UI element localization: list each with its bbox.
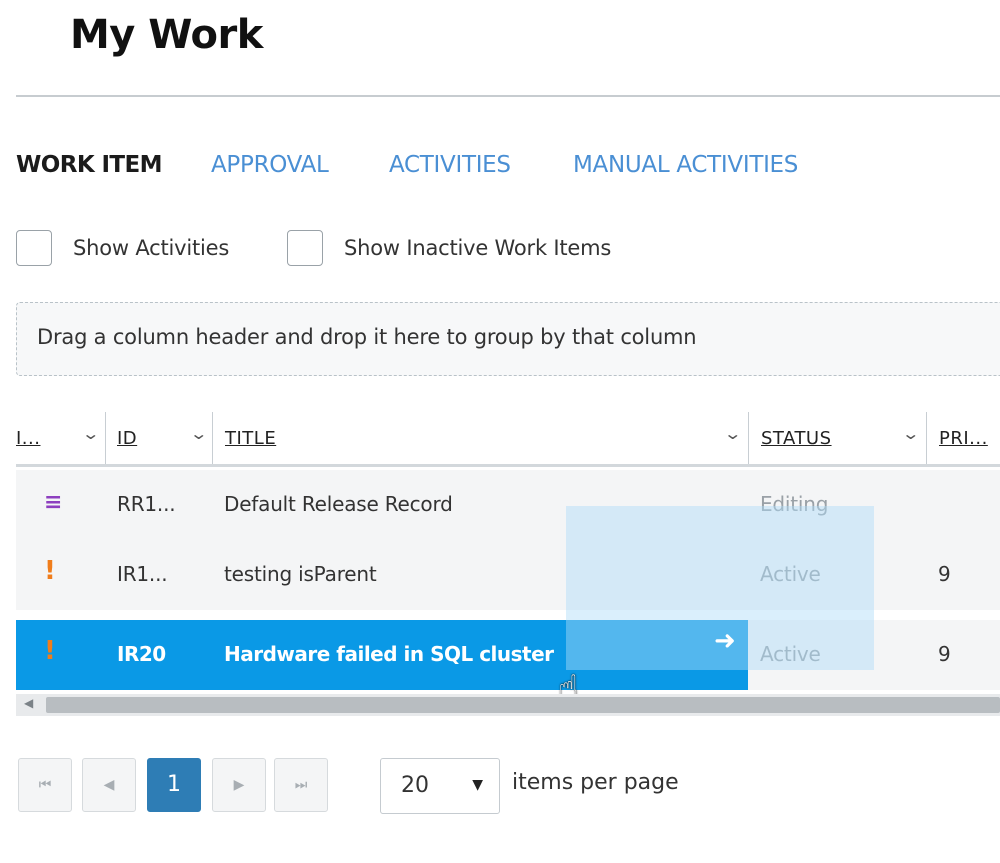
page-size-label: items per page — [512, 770, 679, 795]
scroll-left-icon[interactable]: ◀ — [24, 696, 33, 710]
column-header-priority[interactable]: PRI... — [939, 428, 988, 449]
cell-priority: 9 — [938, 642, 951, 666]
checklist-icon: ≡ — [44, 490, 63, 515]
show-activities-label[interactable]: Show Activities — [73, 236, 229, 260]
cell-title: Hardware failed in SQL cluster — [224, 642, 554, 666]
grid-header: I... ⌄ ID ⌄ TITLE ⌄ STATUS ⌄ PRI... — [16, 412, 1000, 467]
group-by-hint: Drag a column header and drop it here to… — [37, 325, 697, 349]
exclamation-icon: ! — [44, 636, 56, 666]
current-page-button[interactable]: 1 — [147, 758, 201, 812]
column-header-status[interactable]: STATUS — [761, 428, 832, 449]
chevron-down-icon[interactable]: ⌄ — [81, 424, 100, 443]
chevron-down-icon[interactable]: ⌄ — [901, 424, 920, 443]
first-page-button[interactable]: ⏮ — [18, 758, 72, 812]
cell-id: IR1... — [117, 562, 168, 586]
cell-id: RR1... — [117, 492, 176, 516]
page-title: My Work — [70, 12, 263, 58]
column-header-title[interactable]: TITLE — [225, 428, 276, 449]
column-divider[interactable] — [105, 412, 106, 464]
tab-activities[interactable]: ACTIVITIES — [389, 152, 511, 178]
show-inactive-checkbox[interactable] — [287, 230, 323, 266]
group-by-drop-zone[interactable]: Drag a column header and drop it here to… — [16, 302, 1000, 376]
tab-work-item[interactable]: WORK ITEM — [16, 152, 163, 178]
chevron-down-icon[interactable]: ⌄ — [189, 424, 208, 443]
arrow-right-icon: ➜ — [714, 626, 736, 656]
column-divider[interactable] — [748, 412, 749, 464]
scrollbar-thumb[interactable] — [46, 697, 1000, 713]
cell-title: Default Release Record — [224, 492, 453, 516]
exclamation-icon: ! — [44, 556, 56, 586]
chevron-down-icon[interactable]: ⌄ — [723, 424, 742, 443]
cell-id: IR20 — [117, 642, 166, 666]
page-size-select[interactable]: 20 ▼ — [380, 758, 500, 814]
column-header-icon[interactable]: I... — [16, 428, 40, 449]
last-page-button[interactable]: ⏭ — [274, 758, 328, 812]
caret-down-icon: ▼ — [472, 777, 483, 793]
horizontal-scrollbar[interactable]: ◀ — [16, 694, 1000, 716]
title-divider — [16, 95, 1000, 97]
column-divider[interactable] — [212, 412, 213, 464]
tab-approval[interactable]: APPROVAL — [211, 152, 329, 178]
previous-page-button[interactable]: ◀ — [82, 758, 136, 812]
cell-priority: 9 — [938, 562, 951, 586]
tab-manual-activities[interactable]: MANUAL ACTIVITIES — [573, 152, 798, 178]
next-page-button[interactable]: ▶ — [212, 758, 266, 812]
column-divider[interactable] — [926, 412, 927, 464]
page-size-value: 20 — [401, 773, 429, 798]
show-inactive-label[interactable]: Show Inactive Work Items — [344, 236, 611, 260]
cell-title: testing isParent — [224, 562, 377, 586]
column-header-id[interactable]: ID — [117, 428, 137, 449]
show-activities-checkbox[interactable] — [16, 230, 52, 266]
